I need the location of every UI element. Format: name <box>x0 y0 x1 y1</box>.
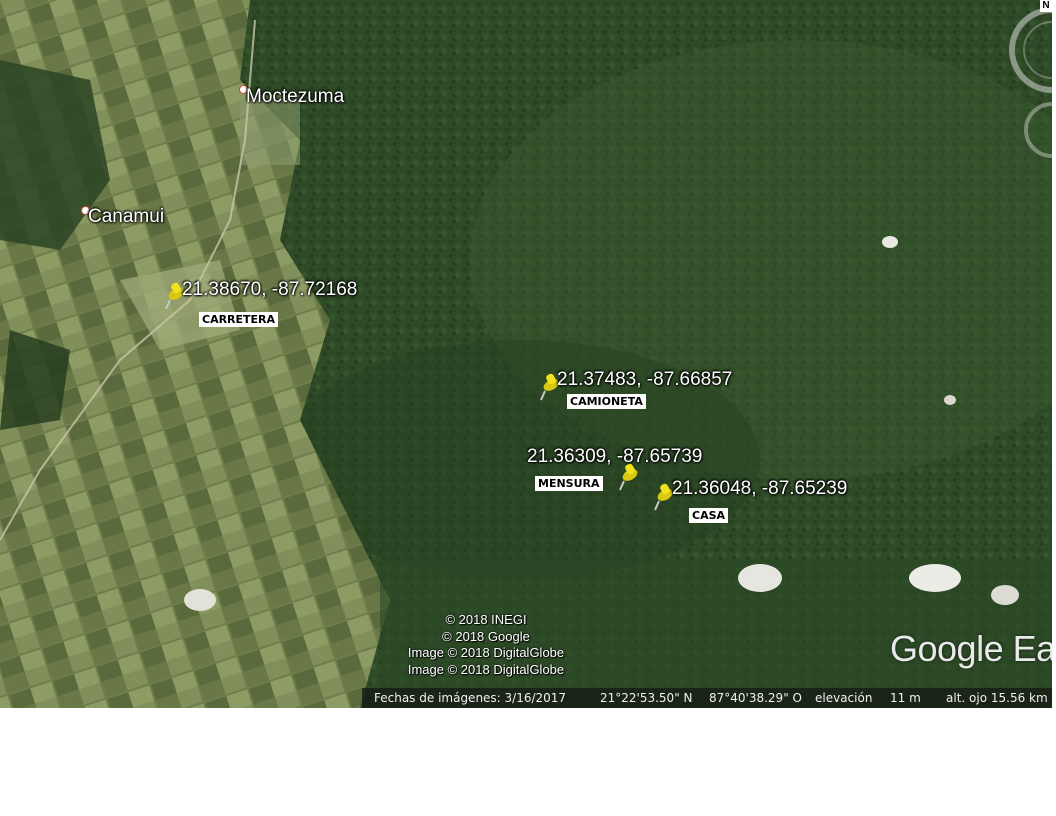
elevation-readout: 11 m <box>890 691 921 705</box>
elevation-label: elevación <box>815 691 873 705</box>
satellite-map[interactable]: N Moctezuma Canamui 21.38670, -87.72168 … <box>0 0 1052 708</box>
placemark-coords[interactable]: 21.38670, -87.72168 <box>182 279 357 301</box>
latitude-readout: 21°22'53.50" N <box>600 691 693 705</box>
terrain-layer <box>0 0 1052 708</box>
placemark-label[interactable]: CASA <box>689 508 729 523</box>
imagery-credits: © 2018 INEGI © 2018 Google Image © 2018 … <box>396 612 576 678</box>
placemark-coords[interactable]: 21.36048, -87.65239 <box>672 478 847 500</box>
town-label-moctezuma[interactable]: Moctezuma <box>246 86 344 108</box>
placemark-label[interactable]: MENSURA <box>535 476 603 491</box>
placemark-coords[interactable]: 21.36309, -87.65739 <box>527 446 702 468</box>
placemark-label[interactable]: CAMIONETA <box>567 394 646 409</box>
compass-north-label: N <box>1040 0 1052 12</box>
eye-altitude-readout: alt. ojo 15.56 km <box>946 691 1048 705</box>
credit-line: Image © 2018 DigitalGlobe <box>407 661 565 677</box>
longitude-readout: 87°40'38.29" O <box>709 691 802 705</box>
town-label-canamui[interactable]: Canamui <box>88 206 164 228</box>
placemark-label[interactable]: CARRETERA <box>199 312 279 327</box>
google-earth-logo: Google Earth <box>890 628 1052 669</box>
placemark-coords[interactable]: 21.37483, -87.66857 <box>557 369 732 391</box>
compass-icon[interactable] <box>1004 6 1052 166</box>
credit-line: © 2018 Google <box>442 628 530 644</box>
imagery-date: Fechas de imágenes: 3/16/2017 <box>374 691 567 705</box>
credit-line: Image © 2018 DigitalGlobe <box>407 645 565 660</box>
credit-line: © 2018 INEGI <box>445 612 527 627</box>
status-bar: Fechas de imágenes: 3/16/2017 21°22'53.5… <box>362 688 1052 708</box>
